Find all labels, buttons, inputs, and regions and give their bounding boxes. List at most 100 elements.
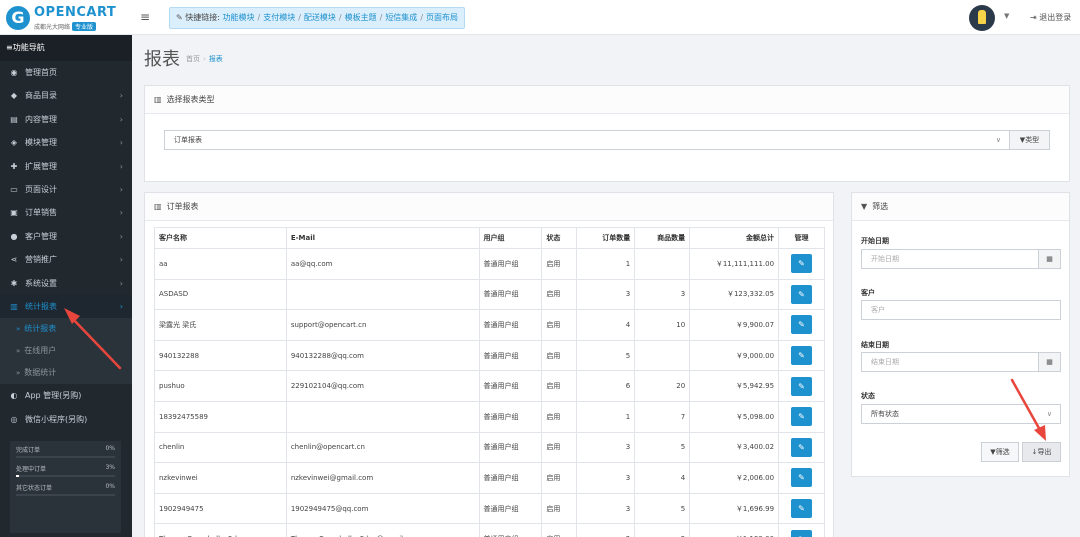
sidebar-item-customers[interactable]: ● 客户管理 ›	[0, 225, 132, 248]
chevron-right-icon: »	[16, 347, 21, 356]
edit-button[interactable]: ✎	[791, 315, 813, 335]
quick-link-layout[interactable]: 页面布局	[426, 13, 458, 22]
manage-cell: ✎	[778, 309, 825, 341]
column-header[interactable]: 客户名称	[154, 227, 287, 249]
report-type-button[interactable]: ▼类型	[1010, 130, 1050, 150]
logo-badge: 专业版	[72, 22, 97, 31]
calendar-icon[interactable]: ▦	[1038, 250, 1060, 268]
quick-link-sms[interactable]: 短信集成	[385, 13, 417, 22]
table-row: pushuo 229102104@qq.com 普通用户组 启用 6 20 ￥5,942.9…	[154, 370, 825, 402]
sidebar-item-sales[interactable]: ▣ 订单销售 ›	[0, 201, 132, 224]
email-cell: aa@qq.com	[285, 248, 480, 280]
manage-cell: ✎	[778, 462, 825, 494]
status-cell: 启用	[541, 248, 578, 280]
sidebar-item-marketing[interactable]: ⋖ 营销推广 ›	[0, 248, 132, 271]
user-avatar[interactable]	[969, 5, 995, 31]
column-header[interactable]: 订单数量	[576, 227, 636, 249]
share-icon: ⋖	[10, 255, 18, 265]
start-date-input[interactable]: 开始日期 ▦	[861, 249, 1061, 269]
sidebar-item-wechat[interactable]: ◎ 微信小程序(另购)	[0, 408, 132, 431]
quick-link-shipping[interactable]: 配送模块	[304, 13, 336, 22]
status-select[interactable]: 所有状态 ∨	[861, 404, 1061, 424]
edit-button[interactable]: ✎	[791, 437, 813, 457]
pencil-icon: ✎	[798, 320, 805, 330]
filter-button[interactable]: ▼筛选	[981, 442, 1019, 462]
total-amount-cell: ￥9,900.07	[689, 309, 780, 341]
customer-group-cell: 普通用户组	[478, 248, 543, 280]
menu-toggle-icon[interactable]: ≡	[140, 10, 152, 24]
subnav-item-online-users[interactable]: » 在线用户	[0, 340, 132, 362]
status-cell: 启用	[541, 278, 578, 311]
edit-button[interactable]: ✎	[791, 499, 813, 519]
column-header[interactable]: 金额总计	[689, 227, 780, 249]
product-count-cell: 7	[634, 400, 691, 433]
table-row: ASDASD 普通用户组 启用 3 3 ￥123,332.05 ✎	[154, 278, 825, 311]
breadcrumb-home[interactable]: 首页	[186, 55, 200, 63]
report-type-panel: ▥ 选择报表类型 订单报表 ∨ ▼类型	[144, 85, 1070, 182]
quick-link-modules[interactable]: 功能模块	[223, 13, 255, 22]
sidebar-item-modules[interactable]: ◈ 模块管理 ›	[0, 131, 132, 154]
customer-group-cell: 普通用户组	[478, 462, 543, 494]
order-count-cell: 3	[576, 278, 636, 311]
cube-icon: ◈	[10, 138, 18, 148]
column-header[interactable]: E-Mail	[285, 227, 480, 249]
report-type-select[interactable]: 订单报表 ∨	[164, 130, 1010, 150]
user-icon: ●	[10, 231, 18, 241]
calendar-icon[interactable]: ▦	[1038, 353, 1060, 371]
column-header[interactable]: 商品数量	[634, 227, 691, 249]
order-report-panel: ▥ 订单报表 客户名称 E-Mail 用户组 状态 订单数量 商品数量 金额总计 …	[144, 192, 834, 537]
monitor-icon: ▭	[10, 184, 18, 194]
user-menu-caret-icon[interactable]: ▼	[1004, 12, 1009, 20]
edit-button[interactable]: ✎	[791, 346, 813, 366]
edit-button[interactable]: ✎	[791, 284, 813, 304]
customer-group-cell: 普通用户组	[478, 523, 543, 537]
chevron-right-icon: ›	[119, 278, 123, 288]
status-cell: 启用	[541, 523, 578, 537]
status-cell: 启用	[541, 400, 578, 433]
quick-links-label: 快捷链接:	[185, 13, 220, 22]
edit-button[interactable]: ✎	[791, 529, 813, 537]
quick-link-payment[interactable]: 支付模块	[263, 13, 295, 22]
logout-link[interactable]: ⇥ 退出登录	[1030, 12, 1071, 23]
export-button[interactable]: ↓导出	[1022, 442, 1061, 462]
subnav-item-data-statistics[interactable]: » 数据统计	[0, 362, 132, 384]
status-cell: 启用	[541, 370, 578, 402]
sidebar-item-app[interactable]: ◐ App 管理(另购)	[0, 384, 132, 407]
quick-link-themes[interactable]: 模板主题	[345, 13, 377, 22]
sidebar-item-design[interactable]: ▭ 页面设计 ›	[0, 178, 132, 201]
menu-list-icon: ≡	[6, 43, 13, 52]
sidebar-item-settings[interactable]: ✱ 系统设置 ›	[0, 272, 132, 295]
edit-button[interactable]: ✎	[791, 407, 813, 427]
end-date-input[interactable]: 结束日期 ▦	[861, 352, 1061, 372]
column-header[interactable]: 状态	[541, 227, 578, 249]
column-header[interactable]: 用户组	[478, 227, 543, 249]
manage-cell: ✎	[778, 248, 825, 280]
manage-cell: ✎	[778, 431, 825, 464]
edit-button[interactable]: ✎	[791, 468, 813, 488]
sidebar-item-extensions[interactable]: ✚ 扩展管理 ›	[0, 155, 132, 178]
edit-button[interactable]: ✎	[791, 376, 813, 396]
breadcrumb: 首页 › 报表	[186, 55, 223, 63]
status-cell: 启用	[541, 492, 578, 525]
sidebar-item-catalog[interactable]: ◆ 商品目录 ›	[0, 84, 132, 107]
subnav-item-statistics-report[interactable]: » 统计报表	[0, 318, 132, 340]
customer-name-cell: pushuo	[154, 370, 287, 402]
total-amount-cell: ￥1,199.00	[689, 523, 780, 537]
customer-group-cell: 普通用户组	[478, 400, 543, 433]
total-amount-cell: ￥3,400.02	[689, 431, 780, 464]
panel-heading: ▼ 筛选	[852, 193, 1069, 221]
customer-group-cell: 普通用户组	[478, 370, 543, 402]
chevron-right-icon: ›	[119, 231, 123, 241]
manage-cell: ✎	[778, 278, 825, 311]
edit-button[interactable]: ✎	[791, 254, 813, 274]
sidebar-item-content[interactable]: ▤ 内容管理 ›	[0, 108, 132, 131]
sidebar-item-dashboard[interactable]: ◉ 管理首页	[0, 61, 132, 84]
table-row: nzkevinwei nzkevinwei@gmail.com 普通用户组 启用 3 4 ￥…	[154, 462, 825, 494]
sidebar-title[interactable]: ≡功能导航	[0, 35, 132, 61]
opencart-logo[interactable]: G OPENCART 成都光大网络 专业版	[4, 4, 132, 32]
sidebar-item-reports[interactable]: ▥ 统计报表 ›	[0, 294, 132, 319]
start-date-label: 开始日期	[861, 237, 889, 245]
total-amount-cell: ￥9,000.00	[689, 339, 780, 372]
breadcrumb-current[interactable]: 报表	[209, 55, 223, 63]
customer-input[interactable]: 客户	[861, 300, 1061, 320]
